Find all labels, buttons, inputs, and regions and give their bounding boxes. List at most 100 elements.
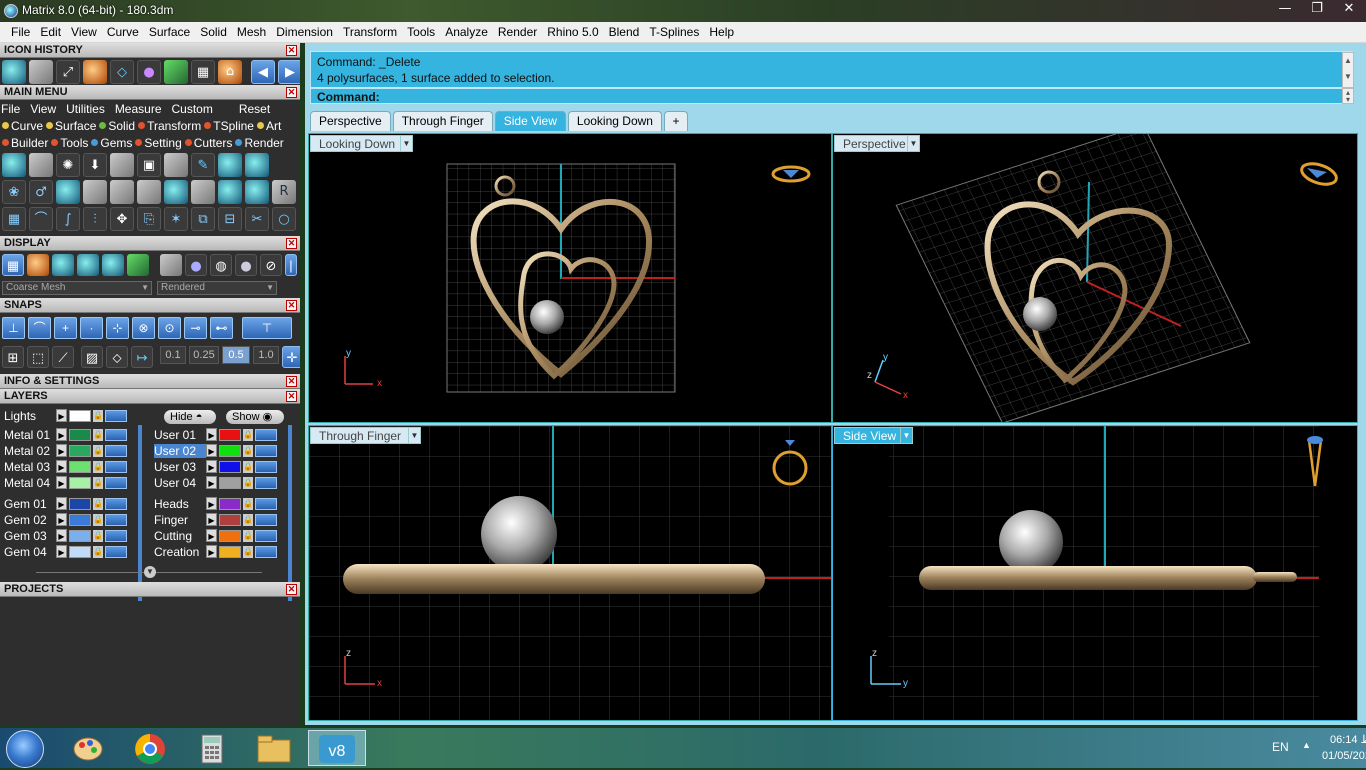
add-viewport-tab-icon[interactable]: + — [663, 111, 688, 131]
close-projects-icon[interactable]: ✕ — [286, 584, 297, 595]
lock-icon[interactable]: 🔒 — [93, 460, 103, 473]
visibility-toggle[interactable] — [255, 428, 277, 441]
layers-scroll-right[interactable] — [288, 425, 292, 601]
mm-custom[interactable]: Custom — [172, 102, 213, 116]
lock-icon[interactable]: 🔒 — [93, 529, 103, 542]
snap-mid-icon[interactable]: · — [80, 317, 103, 339]
visibility-toggle[interactable] — [105, 428, 127, 441]
expand-layers-icon[interactable]: ▼ — [144, 566, 156, 578]
render-mode-select[interactable]: Rendered ▼ — [157, 281, 277, 295]
viewport-label-perspective[interactable]: Perspective — [834, 135, 915, 152]
prong-icon[interactable] — [29, 153, 53, 177]
category-setting[interactable]: Setting — [135, 136, 182, 150]
hatch-snap-icon[interactable]: ▨ — [81, 346, 103, 368]
matrix-logo-icon[interactable] — [2, 60, 26, 84]
close-info-icon[interactable]: ✕ — [286, 376, 297, 387]
layer-lights[interactable]: Lights ▶ 🔒 — [4, 408, 127, 423]
snap-perp-icon[interactable]: ⊙ — [158, 317, 181, 339]
curve-points-icon[interactable]: ⤢ — [56, 60, 80, 84]
display-header[interactable]: DISPLAY ✕ — [0, 236, 300, 251]
layer-arrow-icon[interactable]: ▶ — [206, 444, 217, 457]
layer-arrow-icon[interactable]: ▶ — [56, 513, 67, 526]
lock-icon[interactable]: 🔒 — [243, 513, 253, 526]
layer-color-swatch[interactable] — [69, 529, 91, 542]
menu-rhino5[interactable]: Rhino 5.0 — [542, 25, 603, 39]
category-tspline[interactable]: TSpline — [204, 119, 254, 133]
info-settings-header[interactable]: INFO & SETTINGS ✕ — [0, 374, 300, 389]
matrix-builder-icon[interactable] — [2, 153, 26, 177]
category-cutters[interactable]: Cutters — [184, 136, 232, 150]
category-art[interactable]: Art — [256, 119, 281, 133]
viewport-menu-chevron-icon[interactable]: ▼ — [907, 135, 920, 152]
layer-arrow-icon[interactable]: ▶ — [206, 545, 217, 558]
globe-icon[interactable] — [245, 153, 269, 177]
layer-name[interactable]: Metal 02 — [4, 444, 56, 458]
visibility-toggle[interactable] — [105, 529, 127, 542]
gumball-icon[interactable] — [27, 254, 49, 276]
menu-tsplines[interactable]: T-Splines — [644, 25, 704, 39]
snap-value-0-1[interactable]: 0.1 — [160, 346, 186, 364]
paint-tool-icon[interactable] — [83, 60, 107, 84]
calculator-icon[interactable] — [188, 730, 236, 766]
layer-color-swatch[interactable] — [69, 545, 91, 558]
snap-point-icon[interactable]: + — [54, 317, 77, 339]
layers-grid-icon[interactable] — [164, 60, 188, 84]
layer-row[interactable]: Gem 02 ▶ 🔒 — [4, 512, 127, 527]
viewport-label-looking-down[interactable]: Looking Down — [310, 135, 405, 152]
projects-header[interactable]: PROJECTS ✕ — [0, 582, 300, 597]
tray-expand-icon[interactable]: ▲ — [1302, 740, 1311, 750]
layer-row[interactable]: User 02 ▶ 🔒 — [154, 443, 277, 458]
layer-name[interactable]: Creation — [154, 545, 206, 559]
menu-solid[interactable]: Solid — [195, 25, 232, 39]
snap-tan-icon[interactable]: ⊸ — [184, 317, 207, 339]
brush-icon[interactable] — [191, 180, 215, 204]
layer-color-swatch[interactable] — [219, 428, 241, 441]
lock-icon[interactable]: 🔒 — [93, 476, 103, 489]
chip-icon[interactable]: ▣ — [137, 153, 161, 177]
category-curve[interactable]: Curve — [2, 119, 43, 133]
circle-icon[interactable]: ○ — [272, 207, 296, 231]
move-icon[interactable]: ✥ — [110, 207, 134, 231]
visibility-toggle[interactable] — [105, 409, 127, 422]
layer-name[interactable]: Heads — [154, 497, 206, 511]
layer-color-swatch[interactable] — [69, 428, 91, 441]
arrow-snap-icon[interactable]: ↦ — [131, 346, 153, 368]
layer-name[interactable]: Cutting — [154, 529, 206, 543]
history-back-icon[interactable]: ◀ — [251, 60, 275, 84]
snap-near-icon[interactable]: ⌒ — [28, 317, 51, 339]
layer-color-swatch[interactable] — [69, 476, 91, 489]
drawing-icon[interactable] — [110, 180, 134, 204]
light-icon[interactable]: ✺ — [56, 153, 80, 177]
crystal-sphere-icon[interactable]: ◍ — [210, 254, 232, 276]
visibility-toggle[interactable] — [105, 513, 127, 526]
menu-surface[interactable]: Surface — [144, 25, 195, 39]
lock-icon[interactable]: 🔒 — [243, 444, 253, 457]
arc-icon[interactable]: ⌒ — [29, 207, 53, 231]
menu-help[interactable]: Help — [704, 25, 739, 39]
category-solid[interactable]: Solid — [99, 119, 135, 133]
layer-row[interactable]: Metal 02 ▶ 🔒 — [4, 443, 127, 458]
layer-arrow-icon[interactable]: ▶ — [56, 545, 67, 558]
main-menu-header[interactable]: MAIN MENU ✕ — [0, 85, 300, 100]
tab-side-view[interactable]: Side View — [494, 111, 566, 131]
cut-icon[interactable]: ✂ — [245, 207, 269, 231]
lock-icon[interactable]: 🔒 — [243, 497, 253, 510]
lock-icon[interactable]: 🔒 — [243, 476, 253, 489]
close-main-menu-icon[interactable]: ✕ — [286, 87, 297, 98]
show-button[interactable]: Show ◉ — [226, 410, 284, 424]
clock-date[interactable]: 01/05/2023 — [1322, 750, 1366, 762]
layer-color-swatch[interactable] — [69, 497, 91, 510]
layer-row[interactable]: Cutting ▶ 🔒 — [154, 528, 277, 543]
materials-icon[interactable]: ● — [137, 60, 161, 84]
mm-utilities[interactable]: Utilities — [66, 102, 105, 116]
layer-row[interactable]: User 04 ▶ 🔒 — [154, 475, 277, 490]
snap-end-icon[interactable]: ⊥ — [2, 317, 25, 339]
rendered-icon[interactable] — [77, 254, 99, 276]
snap-value-0-25[interactable]: 0.25 — [189, 346, 219, 364]
layer-color-swatch[interactable] — [69, 444, 91, 457]
layers-header[interactable]: LAYERS ✕ — [0, 389, 300, 404]
tab-looking-down[interactable]: Looking Down — [567, 111, 662, 131]
keyboard-icon[interactable]: ▦ — [191, 60, 215, 84]
cubes-icon[interactable]: ▦ — [2, 207, 26, 231]
layer-name[interactable]: Gem 03 — [4, 529, 56, 543]
